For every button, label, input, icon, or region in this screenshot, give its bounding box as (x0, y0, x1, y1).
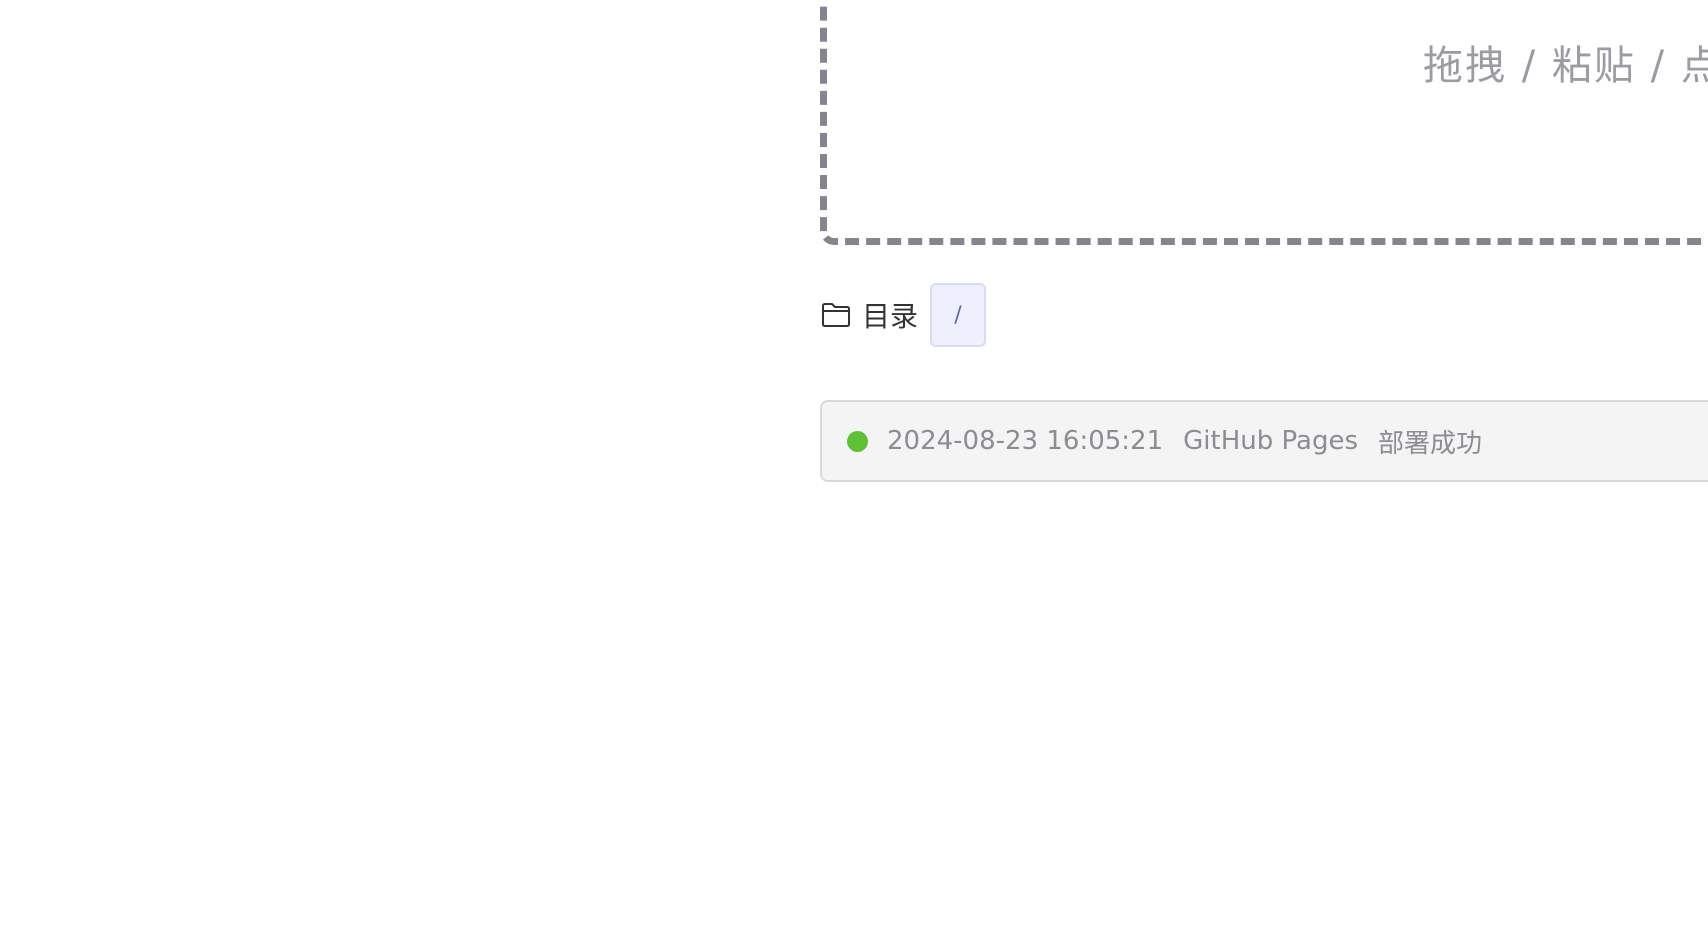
directory-path-button[interactable]: / (930, 283, 987, 347)
folder-icon (821, 301, 851, 329)
directory-label: 目录 (862, 300, 919, 333)
deploy-timestamp: 2024-08-23 16:05:21 (887, 426, 1164, 456)
deploy-message: 部署成功 (1378, 428, 1483, 459)
deploy-status-bar: 2024-08-23 16:05:21 GitHub Pages 部署成功 (820, 400, 1708, 482)
deploy-platform: GitHub Pages (1183, 426, 1358, 456)
directory-row: 目录 / (821, 283, 987, 347)
status-indicator-dot (847, 430, 868, 452)
page: 拖拽 / 粘贴 / 点击 目录 / 2024-08-23 16:05:21 Gi… (0, 0, 1708, 938)
upload-hint: 拖拽 / 粘贴 / 点击 (1423, 43, 1708, 89)
